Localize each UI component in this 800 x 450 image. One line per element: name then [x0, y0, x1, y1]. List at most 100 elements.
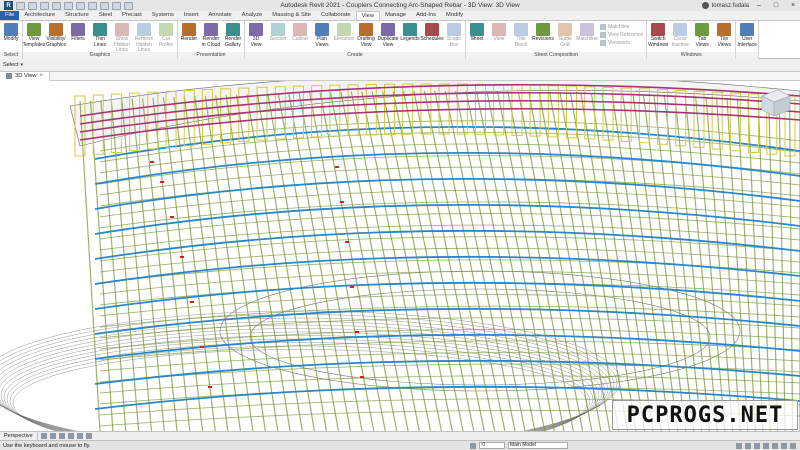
3d-viewport[interactable]	[0, 81, 800, 431]
small-button-label: Viewports	[608, 40, 630, 46]
coupler	[180, 256, 184, 258]
ribbon-group-create: 3D View Section Callout Plan Views Elevation…	[245, 21, 466, 59]
tab-systems[interactable]: Systems	[147, 11, 179, 20]
button-label: Section	[269, 36, 287, 42]
select-underlay-icon[interactable]	[754, 442, 760, 449]
undo-icon[interactable]	[52, 1, 61, 10]
filters-icon	[71, 23, 85, 36]
button-label: Render Gallery	[224, 36, 242, 48]
button-label: Revisions	[532, 36, 554, 42]
duplicate-view-icon	[381, 23, 395, 36]
button-label: 3D View	[250, 36, 262, 48]
status-message: Use the keyboard and mouse to fly.	[3, 442, 91, 449]
editable-only-icon[interactable]	[736, 442, 742, 449]
tab-view[interactable]: View	[355, 11, 381, 20]
open-icon[interactable]	[16, 1, 25, 10]
status-icons	[736, 442, 800, 449]
sun-path-icon[interactable]	[49, 433, 56, 439]
render-gallery-icon	[226, 23, 240, 36]
workset-field[interactable]: :0	[479, 442, 505, 449]
tab-3d-view[interactable]: 3D View ×	[0, 71, 50, 81]
minimize-icon[interactable]: –	[752, 0, 766, 11]
small-button-label: Matchline	[608, 24, 630, 30]
maximize-icon[interactable]: □	[769, 0, 783, 11]
button-label: Thin Lines	[94, 36, 106, 48]
hoop-rebar	[99, 120, 800, 152]
tab-precast[interactable]: Precast	[117, 11, 147, 20]
text-icon[interactable]	[112, 1, 121, 10]
small-button-label: View Reference	[608, 32, 644, 38]
ribbon-group-label: Windows	[647, 52, 736, 59]
worksets-icon[interactable]	[470, 442, 476, 449]
drag-elements-icon[interactable]	[781, 442, 787, 449]
ribbon-panel: Modify Select View Templates Visibility/ Gr…	[0, 21, 800, 59]
modify-cursor-icon	[4, 23, 18, 36]
viewcube-icon[interactable]	[754, 86, 794, 120]
select-pinned-icon[interactable]	[763, 442, 769, 449]
crop-view-icon[interactable]	[67, 433, 74, 439]
tab-collaborate[interactable]: Collaborate	[316, 11, 356, 20]
viewports-small-button[interactable]: Viewports	[600, 40, 643, 46]
close-view-icon[interactable]: ×	[39, 73, 43, 79]
matchline-small-button[interactable]: Matchline	[600, 24, 643, 30]
ribbon-group-label	[736, 52, 759, 59]
view-reference-small-button[interactable]: View Reference	[600, 32, 643, 38]
close-icon[interactable]: ×	[786, 0, 800, 11]
select-dropdown[interactable]: Select	[3, 62, 19, 68]
chevron-down-icon[interactable]: ▾	[21, 62, 24, 68]
reveal-hidden-icon[interactable]	[85, 433, 92, 439]
tab-add-ins[interactable]: Add-Ins	[411, 11, 441, 20]
tab-analyze[interactable]: Analyze	[237, 11, 268, 20]
revisions-icon	[536, 23, 550, 36]
tab-massing-site[interactable]: Massing & Site	[267, 11, 316, 20]
coupler	[360, 376, 364, 378]
watermark: PCPROGS.NET	[612, 400, 798, 430]
revit-logo-icon[interactable]: R	[4, 1, 13, 10]
user-name[interactable]: tomasz.fudala	[712, 3, 749, 9]
vertical-rebar	[204, 95, 254, 431]
button-label: Visibility/ Graphics	[45, 36, 66, 48]
view-tab-bar: 3D View ×	[0, 71, 800, 81]
temporary-hide-icon[interactable]	[76, 433, 83, 439]
cube-icon	[6, 73, 12, 79]
button-label: Matchline	[576, 36, 598, 42]
visual-style-icon[interactable]	[40, 433, 47, 439]
select-links-icon[interactable]	[745, 442, 751, 449]
tab-file[interactable]: File	[0, 11, 20, 20]
3d-view-quick-icon[interactable]	[124, 1, 133, 10]
guide-grid-icon	[558, 23, 572, 36]
redo-icon[interactable]	[64, 1, 73, 10]
ribbon-select-row: Select ▾	[0, 59, 800, 72]
coupler	[170, 216, 174, 218]
hoop-rebar	[99, 224, 800, 251]
tab-architecture[interactable]: Architecture	[19, 11, 60, 20]
tab-insert[interactable]: Insert	[179, 11, 204, 20]
sync-icon[interactable]	[40, 1, 49, 10]
vertical-rebar	[507, 91, 574, 431]
cut-profile-icon	[159, 23, 173, 36]
button-label: Plan Views	[315, 36, 329, 48]
user-avatar-icon[interactable]	[701, 2, 709, 9]
filter-icon[interactable]	[790, 442, 796, 449]
status-workset: :0 Main Model	[470, 442, 568, 449]
shadows-icon[interactable]	[58, 433, 65, 439]
ribbon-group-sheet-composition: Sheet View Title Block Revisions Guide Grid M…	[466, 21, 648, 59]
design-option-field[interactable]: Main Model	[508, 442, 568, 449]
tab-modify[interactable]: Modify	[441, 11, 468, 20]
tab-annotate[interactable]: Annotate	[203, 11, 236, 20]
select-by-face-icon[interactable]	[772, 442, 778, 449]
button-label: Drafting View	[357, 36, 375, 48]
button-label: Switch Windows	[648, 36, 669, 48]
button-label: Tab Views	[695, 36, 709, 48]
callout-icon	[293, 23, 307, 36]
tag-icon[interactable]	[100, 1, 109, 10]
matchline-icon	[580, 23, 594, 36]
tab-structure[interactable]: Structure	[60, 11, 94, 20]
tab-manage[interactable]: Manage	[380, 11, 411, 20]
tab-steel[interactable]: Steel	[94, 11, 117, 20]
save-icon[interactable]	[28, 1, 37, 10]
print-icon[interactable]	[76, 1, 85, 10]
measure-icon[interactable]	[88, 1, 97, 10]
button-label: Cut Profile	[158, 36, 174, 48]
plan-views-icon	[315, 23, 329, 36]
